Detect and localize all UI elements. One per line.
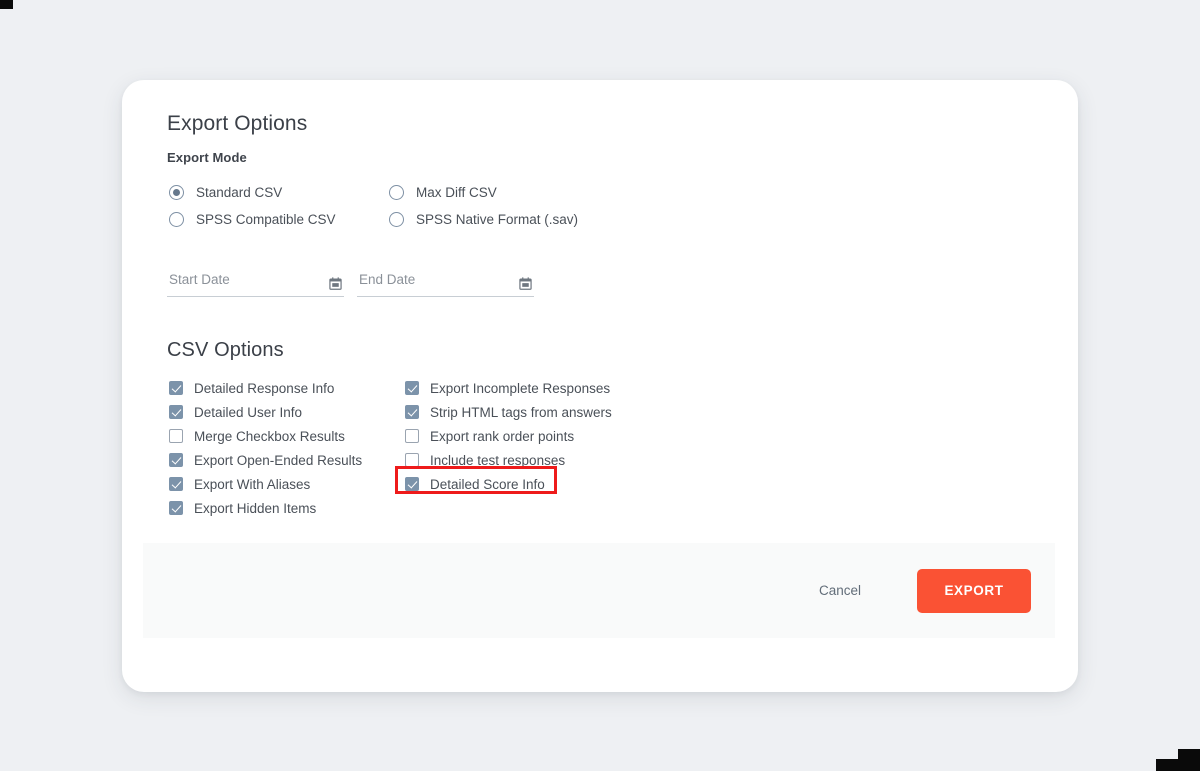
radio-icon-standard-csv[interactable] [169, 185, 184, 200]
export-mode-column-right: Max Diff CSV SPSS Native Format (.sav) [389, 179, 689, 233]
checkbox-row-export-open-ended-results[interactable]: Export Open-Ended Results [169, 448, 399, 472]
checkbox-label-export-hidden-items: Export Hidden Items [194, 500, 317, 516]
checkbox-label-strip-html-tags: Strip HTML tags from answers [430, 404, 612, 420]
calendar-icon[interactable] [329, 277, 342, 290]
csv-options-checkbox-group: Detailed Response Info Detailed User Inf… [167, 376, 1038, 521]
export-button[interactable]: EXPORT [917, 568, 1031, 613]
checkbox-icon-detailed-user-info[interactable] [169, 405, 183, 419]
radio-option-max-diff-csv[interactable]: Max Diff CSV [389, 179, 689, 206]
checkbox-row-export-with-aliases[interactable]: Export With Aliases [169, 472, 399, 496]
checkbox-icon-export-open-ended-results[interactable] [169, 453, 183, 467]
checkbox-icon-detailed-response-info[interactable] [169, 381, 183, 395]
checkbox-label-detailed-user-info: Detailed User Info [194, 404, 303, 420]
checkbox-icon-export-with-aliases[interactable] [169, 477, 183, 491]
checkbox-label-export-incomplete-responses: Export Incomplete Responses [430, 380, 611, 396]
start-date-field[interactable]: Start Date [167, 271, 344, 297]
checkbox-icon-export-hidden-items[interactable] [169, 501, 183, 515]
radio-label-max-diff-csv: Max Diff CSV [416, 185, 497, 200]
start-date-placeholder: Start Date [169, 272, 230, 287]
corner-artifact-top-left [0, 0, 13, 9]
checkbox-row-export-rank-order-points[interactable]: Export rank order points [405, 424, 735, 448]
checkbox-icon-merge-checkbox-results[interactable] [169, 429, 183, 443]
dialog-body: Export Options Export Mode Standard CSV … [167, 112, 1038, 521]
checkbox-icon-export-incomplete-responses[interactable] [405, 381, 419, 395]
checkbox-label-include-test-responses: Include test responses [430, 452, 566, 468]
radio-label-standard-csv: Standard CSV [196, 185, 283, 200]
radio-icon-spss-compatible-csv[interactable] [169, 212, 184, 227]
csv-options-column-left: Detailed Response Info Detailed User Inf… [169, 376, 399, 520]
export-mode-column-left: Standard CSV SPSS Compatible CSV [169, 179, 399, 233]
export-mode-radio-group: Standard CSV SPSS Compatible CSV Max Dif… [167, 179, 1038, 241]
checkbox-label-export-open-ended-results: Export Open-Ended Results [194, 452, 363, 468]
end-date-field[interactable]: End Date [357, 271, 534, 297]
checkbox-row-detailed-user-info[interactable]: Detailed User Info [169, 400, 399, 424]
export-options-dialog: Export Options Export Mode Standard CSV … [122, 80, 1078, 692]
checkbox-icon-strip-html-tags[interactable] [405, 405, 419, 419]
checkbox-row-strip-html-tags[interactable]: Strip HTML tags from answers [405, 400, 735, 424]
checkbox-row-export-hidden-items[interactable]: Export Hidden Items [169, 496, 399, 520]
checkbox-row-export-incomplete-responses[interactable]: Export Incomplete Responses [405, 376, 735, 400]
end-date-placeholder: End Date [359, 272, 416, 287]
checkbox-row-detailed-response-info[interactable]: Detailed Response Info [169, 376, 399, 400]
radio-option-spss-compatible-csv[interactable]: SPSS Compatible CSV [169, 206, 399, 233]
checkbox-icon-include-test-responses[interactable] [405, 453, 419, 467]
dialog-footer: Cancel EXPORT [143, 543, 1055, 638]
radio-label-spss-native-format: SPSS Native Format (.sav) [416, 212, 579, 227]
radio-label-spss-compatible-csv: SPSS Compatible CSV [196, 212, 336, 227]
checkbox-icon-detailed-score-info[interactable] [405, 477, 419, 491]
calendar-icon[interactable] [519, 277, 532, 290]
csv-options-title: CSV Options [167, 339, 284, 361]
checkbox-label-export-with-aliases: Export With Aliases [194, 476, 311, 492]
radio-option-standard-csv[interactable]: Standard CSV [169, 179, 399, 206]
checkbox-icon-export-rank-order-points[interactable] [405, 429, 419, 443]
radio-option-spss-native-format[interactable]: SPSS Native Format (.sav) [389, 206, 689, 233]
checkbox-row-detailed-score-info[interactable]: Detailed Score Info [405, 472, 735, 496]
checkbox-label-detailed-response-info: Detailed Response Info [194, 380, 335, 396]
checkbox-row-include-test-responses[interactable]: Include test responses [405, 448, 735, 472]
page-title: Export Options [167, 112, 308, 135]
cancel-button[interactable]: Cancel [805, 575, 875, 606]
radio-icon-spss-native-format[interactable] [389, 212, 404, 227]
date-range-row: Start Date End Date [167, 271, 1038, 297]
export-mode-label: Export Mode [167, 150, 247, 165]
csv-options-column-right: Export Incomplete Responses Strip HTML t… [395, 376, 735, 496]
checkbox-label-detailed-score-info: Detailed Score Info [430, 476, 545, 492]
corner-artifact-bottom-right [1156, 749, 1200, 771]
checkbox-label-merge-checkbox-results: Merge Checkbox Results [194, 428, 345, 444]
checkbox-row-merge-checkbox-results[interactable]: Merge Checkbox Results [169, 424, 399, 448]
checkbox-label-export-rank-order-points: Export rank order points [430, 428, 575, 444]
radio-icon-max-diff-csv[interactable] [389, 185, 404, 200]
